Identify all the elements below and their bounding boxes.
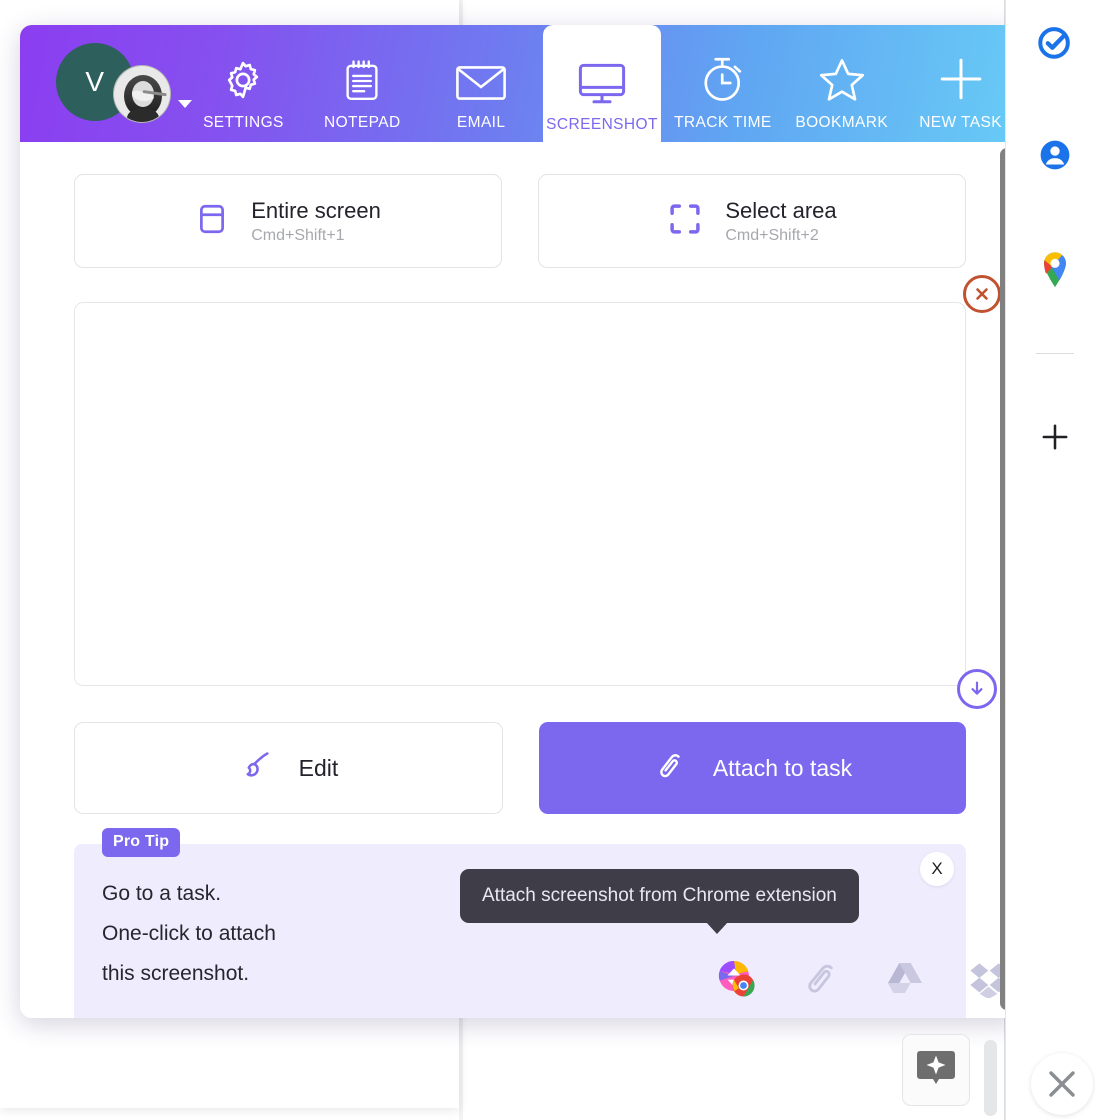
tab-email-label: EMAIL — [456, 114, 506, 131]
workspace-initial: V — [85, 66, 105, 97]
gemini-assistant-button[interactable] — [902, 1034, 970, 1106]
star-icon — [817, 51, 867, 103]
tab-bookmark-label: BOOKMARK — [795, 114, 889, 131]
status-badge: Pro Tip — [102, 828, 181, 857]
circle-download-icon[interactable] — [957, 669, 997, 709]
notepad-icon — [341, 51, 383, 103]
edit-button[interactable]: Edit — [74, 722, 503, 814]
capture-select-area-button[interactable]: Select area Cmd+Shift+2 — [538, 174, 966, 268]
tab-settings[interactable]: SETTINGS — [184, 25, 303, 142]
envelope-icon — [455, 51, 507, 103]
tab-track-time-label: TRACK TIME — [674, 114, 772, 131]
tab-bookmark[interactable]: BOOKMARK — [782, 25, 901, 142]
tab-settings-label: SETTINGS — [203, 114, 284, 131]
paintbrush-icon — [239, 749, 273, 788]
paperclip-icon[interactable] — [798, 956, 844, 1002]
monitor-icon — [578, 53, 626, 105]
google-side-rail — [1005, 0, 1104, 1120]
page-scrollbar[interactable] — [984, 1040, 997, 1116]
capture-options: Entire screen Cmd+Shift+1 Select area Cm… — [74, 142, 966, 268]
google-maps-icon[interactable] — [1035, 250, 1075, 290]
panel-body: Entire screen Cmd+Shift+1 Select area Cm… — [20, 142, 1020, 1018]
screen: V SETTINGS NOTEPAD EMAIL SCREENSHOT TRAC… — [0, 0, 1104, 1120]
tooltip-content: Attach screenshot from Chrome extension — [460, 869, 859, 934]
paperclip-icon — [653, 749, 687, 788]
pro-tip-banner: Pro Tip Go to a task. One-click to attac… — [74, 828, 1008, 1018]
clickup-chrome-logo[interactable] — [714, 956, 760, 1002]
panel-header: V SETTINGS NOTEPAD EMAIL SCREENSHOT TRAC… — [20, 25, 1020, 142]
capture-entire-screen-button[interactable]: Entire screen Cmd+Shift+1 — [74, 174, 502, 268]
avatar — [113, 65, 171, 123]
google-drive-icon[interactable] — [882, 956, 928, 1002]
tab-screenshot-label: SCREENSHOT — [546, 116, 658, 133]
tab-new-task[interactable]: NEW TASK — [901, 25, 1020, 142]
workspace-avatar-group[interactable]: V — [56, 25, 192, 142]
tab-track-time[interactable]: TRACK TIME — [663, 25, 782, 142]
add-rail-item-button[interactable] — [1035, 417, 1075, 457]
clickup-extension-panel: V SETTINGS NOTEPAD EMAIL SCREENSHOT TRAC… — [20, 25, 1020, 1018]
close-x-icon[interactable] — [1031, 1053, 1093, 1115]
stopwatch-icon — [700, 51, 746, 103]
tab-screenshot[interactable]: SCREENSHOT — [542, 25, 662, 142]
close-pro-tip-button[interactable]: X — [920, 852, 954, 886]
gemini-sparkle-icon — [916, 1047, 956, 1094]
tab-email[interactable]: EMAIL — [422, 25, 541, 142]
attach-to-task-button[interactable]: Attach to task — [539, 722, 966, 814]
tab-notepad[interactable]: NOTEPAD — [303, 25, 422, 142]
capture-select-area-title: Select area — [725, 198, 837, 224]
google-contacts-icon[interactable] — [1035, 135, 1075, 175]
edit-button-label: Edit — [298, 754, 339, 781]
attach-to-task-label: Attach to task — [712, 754, 853, 781]
rail-divider — [1036, 353, 1074, 354]
screenshot-preview-area — [74, 275, 1001, 709]
panel-nav: SETTINGS NOTEPAD EMAIL SCREENSHOT TRACK … — [184, 25, 1020, 142]
google-tasks-icon[interactable] — [1035, 22, 1075, 62]
crop-frame-icon — [667, 201, 703, 242]
attachment-source-icons — [714, 956, 1012, 1002]
capture-entire-screen-title: Entire screen — [251, 198, 381, 224]
circle-x-icon[interactable] — [963, 275, 1001, 313]
tab-new-task-label: NEW TASK — [919, 114, 1002, 131]
tab-notepad-label: NOTEPAD — [324, 114, 401, 131]
gear-icon — [220, 51, 266, 103]
window-icon — [195, 202, 229, 241]
capture-entire-screen-shortcut: Cmd+Shift+1 — [251, 226, 345, 244]
capture-select-area-shortcut: Cmd+Shift+2 — [725, 226, 819, 244]
plus-icon — [936, 51, 986, 103]
action-buttons: Edit Attach to task — [74, 722, 966, 814]
user-photo-avatar — [114, 66, 170, 122]
